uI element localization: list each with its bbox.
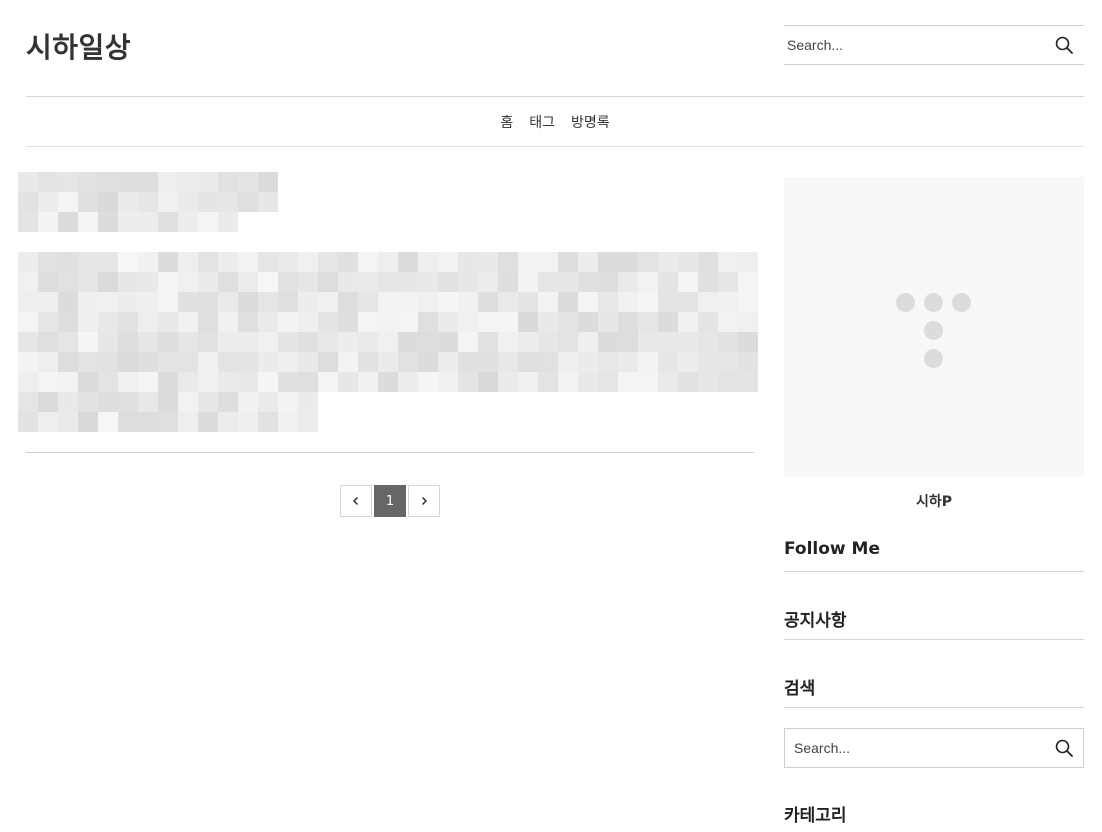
- header-divider: [26, 96, 1084, 97]
- widget-title-search: 검색: [784, 679, 816, 699]
- main-nav: 홈 태그 방명록: [0, 112, 1102, 132]
- content-divider: [26, 452, 754, 453]
- sidebar-search-input[interactable]: [794, 729, 1034, 767]
- profile-name[interactable]: 시하P: [784, 491, 1084, 511]
- chevron-right-icon: [421, 496, 428, 506]
- chevron-left-icon: [352, 496, 359, 506]
- profile-placeholder-icon: [896, 293, 976, 373]
- next-page-button[interactable]: [408, 485, 440, 517]
- header-search-input[interactable]: [787, 26, 1037, 64]
- search-icon[interactable]: [1054, 738, 1076, 760]
- nav-divider: [26, 146, 1084, 147]
- page-1-button[interactable]: 1: [374, 485, 406, 517]
- widget-divider: [784, 707, 1084, 708]
- pagination: 1: [340, 485, 440, 517]
- site-title[interactable]: 시하일상: [26, 26, 131, 66]
- redacted-post-body: [18, 252, 758, 432]
- redacted-post-title: [18, 172, 278, 232]
- widget-title-notice: 공지사항: [784, 611, 847, 631]
- nav-item-tag[interactable]: 태그: [529, 112, 555, 132]
- widget-title-follow: Follow Me: [784, 539, 881, 559]
- widget-title-category: 카테고리: [784, 806, 847, 826]
- header-search-box: [784, 25, 1084, 65]
- prev-page-button[interactable]: [340, 485, 372, 517]
- sidebar-search-box: [784, 728, 1084, 768]
- widget-divider: [784, 571, 1084, 572]
- nav-item-guestbook[interactable]: 방명록: [571, 112, 610, 132]
- widget-divider: [784, 639, 1084, 640]
- nav-item-home[interactable]: 홈: [500, 112, 513, 132]
- profile-image[interactable]: [784, 177, 1084, 477]
- search-icon[interactable]: [1054, 35, 1076, 57]
